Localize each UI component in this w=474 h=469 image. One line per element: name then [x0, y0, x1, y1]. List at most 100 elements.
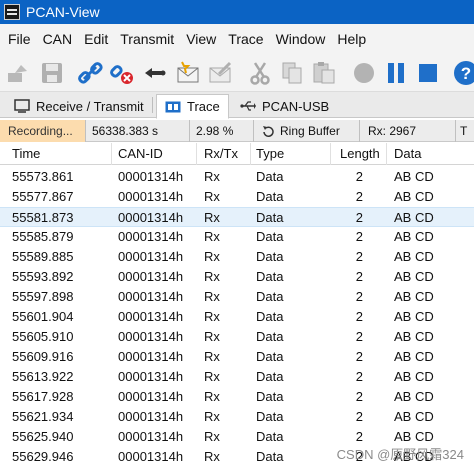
cell-rx-tx: Rx	[204, 229, 220, 244]
cell-length: 2	[355, 309, 363, 324]
menu-help[interactable]: Help	[331, 24, 372, 54]
ring-buffer-status: Ring Buffer	[254, 120, 360, 142]
cell-can-id: 00001314h	[118, 229, 184, 244]
table-row[interactable]: 55621.934 00001314h Rx Data 2 AB CD	[0, 407, 474, 427]
table-row[interactable]: 55573.861 00001314h Rx Data 2 AB CD	[0, 167, 474, 187]
tab-divider	[152, 97, 153, 113]
trace-icon	[165, 100, 181, 114]
tab-receive-transmit[interactable]: Receive / Transmit	[6, 94, 152, 118]
cell-rx-tx: Rx	[204, 409, 220, 424]
cell-length: 2	[355, 409, 363, 424]
save-icon[interactable]	[38, 59, 66, 87]
column-length[interactable]: Length	[340, 143, 380, 165]
cell-length: 2	[355, 349, 363, 364]
column-time[interactable]: Time	[12, 143, 40, 165]
table-row[interactable]: 55593.892 00001314h Rx Data 2 AB CD	[0, 267, 474, 287]
edit-message-icon[interactable]	[206, 59, 234, 87]
disconnect-icon[interactable]	[108, 59, 136, 87]
column-separator[interactable]	[330, 143, 331, 165]
cell-can-id: 00001314h	[118, 210, 184, 225]
menu-bar: File CAN Edit Transmit View Trace Window…	[0, 24, 474, 54]
pause-icon[interactable]	[382, 59, 410, 87]
usb-icon	[240, 99, 256, 113]
watermark: CSDN @原野风霜324	[336, 447, 464, 462]
stop-icon[interactable]	[414, 59, 442, 87]
record-icon[interactable]	[350, 59, 378, 87]
menu-trace[interactable]: Trace	[222, 24, 269, 54]
trace-table: Time CAN-ID Rx/Tx Type Length Data 55573…	[0, 143, 474, 469]
connect-icon[interactable]	[4, 59, 32, 87]
column-can-id[interactable]: CAN-ID	[118, 143, 163, 165]
cell-rx-tx: Rx	[204, 329, 220, 344]
column-separator[interactable]	[111, 143, 112, 165]
table-row[interactable]: 55609.916 00001314h Rx Data 2 AB CD	[0, 347, 474, 367]
menu-view[interactable]: View	[180, 24, 222, 54]
cell-can-id: 00001314h	[118, 449, 184, 464]
column-type[interactable]: Type	[256, 143, 284, 165]
cell-can-id: 00001314h	[118, 349, 184, 364]
cell-rx-tx: Rx	[204, 429, 220, 444]
cell-time: 55613.922	[12, 369, 74, 384]
paste-icon[interactable]	[310, 59, 338, 87]
ring-buffer-label: Ring Buffer	[280, 124, 340, 138]
cell-length: 2	[355, 169, 363, 184]
cell-rx-tx: Rx	[204, 449, 220, 464]
cell-time: 55597.898	[12, 289, 74, 304]
table-row[interactable]: 55617.928 00001314h Rx Data 2 AB CD	[0, 387, 474, 407]
table-header: Time CAN-ID Rx/Tx Type Length Data	[0, 143, 474, 165]
column-data[interactable]: Data	[394, 143, 421, 165]
recording-status: Recording...	[0, 120, 86, 142]
new-message-icon[interactable]	[174, 59, 202, 87]
menu-file[interactable]: File	[0, 24, 37, 54]
cell-rx-tx: Rx	[204, 210, 220, 225]
copy-icon[interactable]	[278, 59, 306, 87]
table-row[interactable]: 55589.885 00001314h Rx Data 2 AB CD	[0, 247, 474, 267]
arrow-back-icon[interactable]	[140, 59, 168, 87]
svg-text:?: ?	[461, 64, 471, 83]
cell-rx-tx: Rx	[204, 289, 220, 304]
cell-can-id: 00001314h	[118, 389, 184, 404]
cell-length: 2	[355, 369, 363, 384]
menu-window[interactable]: Window	[270, 24, 332, 54]
table-row[interactable]: 55597.898 00001314h Rx Data 2 AB CD	[0, 287, 474, 307]
cell-time: 55625.940	[12, 429, 74, 444]
cell-data: AB CD	[394, 249, 434, 264]
table-row[interactable]: 55601.904 00001314h Rx Data 2 AB CD	[0, 307, 474, 327]
table-row[interactable]: 55613.922 00001314h Rx Data 2 AB CD	[0, 367, 474, 387]
cut-icon[interactable]	[246, 59, 274, 87]
table-row[interactable]: 55581.873 00001314h Rx Data 2 AB CD	[0, 207, 474, 227]
cell-length: 2	[355, 229, 363, 244]
menu-can[interactable]: CAN	[37, 24, 79, 54]
table-row[interactable]: 55605.910 00001314h Rx Data 2 AB CD	[0, 327, 474, 347]
cell-data: AB CD	[394, 189, 434, 204]
rx-count: Rx: 2967	[360, 120, 456, 142]
table-row[interactable]: 55577.867 00001314h Rx Data 2 AB CD	[0, 187, 474, 207]
menu-edit[interactable]: Edit	[78, 24, 114, 54]
cell-length: 2	[355, 210, 363, 225]
tab-pcan-usb[interactable]: PCAN-USB	[232, 94, 337, 118]
column-rx-tx[interactable]: Rx/Tx	[204, 143, 238, 165]
cell-data: AB CD	[394, 269, 434, 284]
buffer-percent: 2.98 %	[190, 120, 254, 142]
cell-length: 2	[355, 329, 363, 344]
cell-time: 55577.867	[12, 189, 74, 204]
column-separator[interactable]	[386, 143, 387, 165]
tx-count: T	[460, 124, 468, 138]
cell-length: 2	[355, 389, 363, 404]
cell-can-id: 00001314h	[118, 249, 184, 264]
tab-trace[interactable]: Trace	[156, 94, 229, 119]
elapsed-time: 56338.383 s	[86, 120, 190, 142]
cell-time: 55621.934	[12, 409, 74, 424]
ring-buffer-icon	[262, 125, 275, 138]
cell-time: 55601.904	[12, 309, 74, 324]
app-icon	[4, 4, 20, 20]
connect-link-icon[interactable]	[76, 59, 104, 87]
column-separator[interactable]	[196, 143, 197, 165]
table-row[interactable]: 55585.879 00001314h Rx Data 2 AB CD	[0, 227, 474, 247]
cell-can-id: 00001314h	[118, 329, 184, 344]
help-icon[interactable]: ?	[452, 59, 474, 87]
cell-data: AB CD	[394, 229, 434, 244]
cell-rx-tx: Rx	[204, 309, 220, 324]
menu-transmit[interactable]: Transmit	[114, 24, 180, 54]
column-separator[interactable]	[250, 143, 251, 165]
